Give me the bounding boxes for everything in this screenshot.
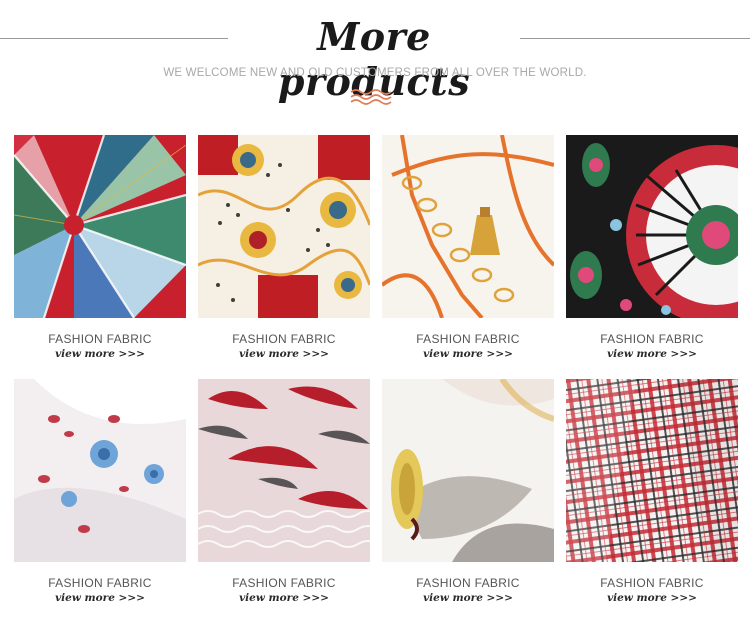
product-image-painted-flower[interactable] (382, 379, 554, 562)
product-image-geometric[interactable] (14, 135, 186, 318)
product-image-mandala[interactable] (566, 135, 738, 318)
product-card[interactable]: FASHION FABRIC view more >>> (566, 135, 738, 365)
product-card[interactable]: FASHION FABRIC view more >>> (14, 135, 186, 365)
product-label: FASHION FABRIC (232, 332, 336, 346)
product-label: FASHION FABRIC (416, 576, 520, 590)
product-image-chain[interactable] (382, 135, 554, 318)
product-image-floral-chiffon[interactable] (14, 379, 186, 562)
product-card[interactable]: FASHION FABRIC view more >>> (14, 379, 186, 609)
view-more-link[interactable]: view more >>> (382, 348, 554, 360)
product-image-leaf[interactable] (198, 379, 370, 562)
product-card[interactable]: FASHION FABRIC view more >>> (198, 135, 370, 365)
product-label: FASHION FABRIC (600, 576, 704, 590)
view-more-link[interactable]: view more >>> (198, 592, 370, 604)
product-label: FASHION FABRIC (232, 576, 336, 590)
product-card[interactable]: FASHION FABRIC view more >>> (382, 135, 554, 365)
view-more-link[interactable]: view more >>> (198, 348, 370, 360)
product-image-baroque[interactable] (198, 135, 370, 318)
product-label: FASHION FABRIC (416, 332, 520, 346)
view-more-link[interactable]: view more >>> (14, 592, 186, 604)
view-more-link[interactable]: view more >>> (566, 348, 738, 360)
view-more-link[interactable]: view more >>> (566, 592, 738, 604)
product-card[interactable]: FASHION FABRIC view more >>> (566, 379, 738, 609)
view-more-link[interactable]: view more >>> (14, 348, 186, 360)
product-label: FASHION FABRIC (48, 332, 152, 346)
product-grid: FASHION FABRIC view more >>> FASHION FAB… (0, 0, 750, 630)
product-label: FASHION FABRIC (48, 576, 152, 590)
product-card[interactable]: FASHION FABRIC view more >>> (198, 379, 370, 609)
product-label: FASHION FABRIC (600, 332, 704, 346)
product-card[interactable]: FASHION FABRIC view more >>> (382, 379, 554, 609)
product-image-gingham[interactable] (566, 379, 738, 562)
view-more-link[interactable]: view more >>> (382, 592, 554, 604)
